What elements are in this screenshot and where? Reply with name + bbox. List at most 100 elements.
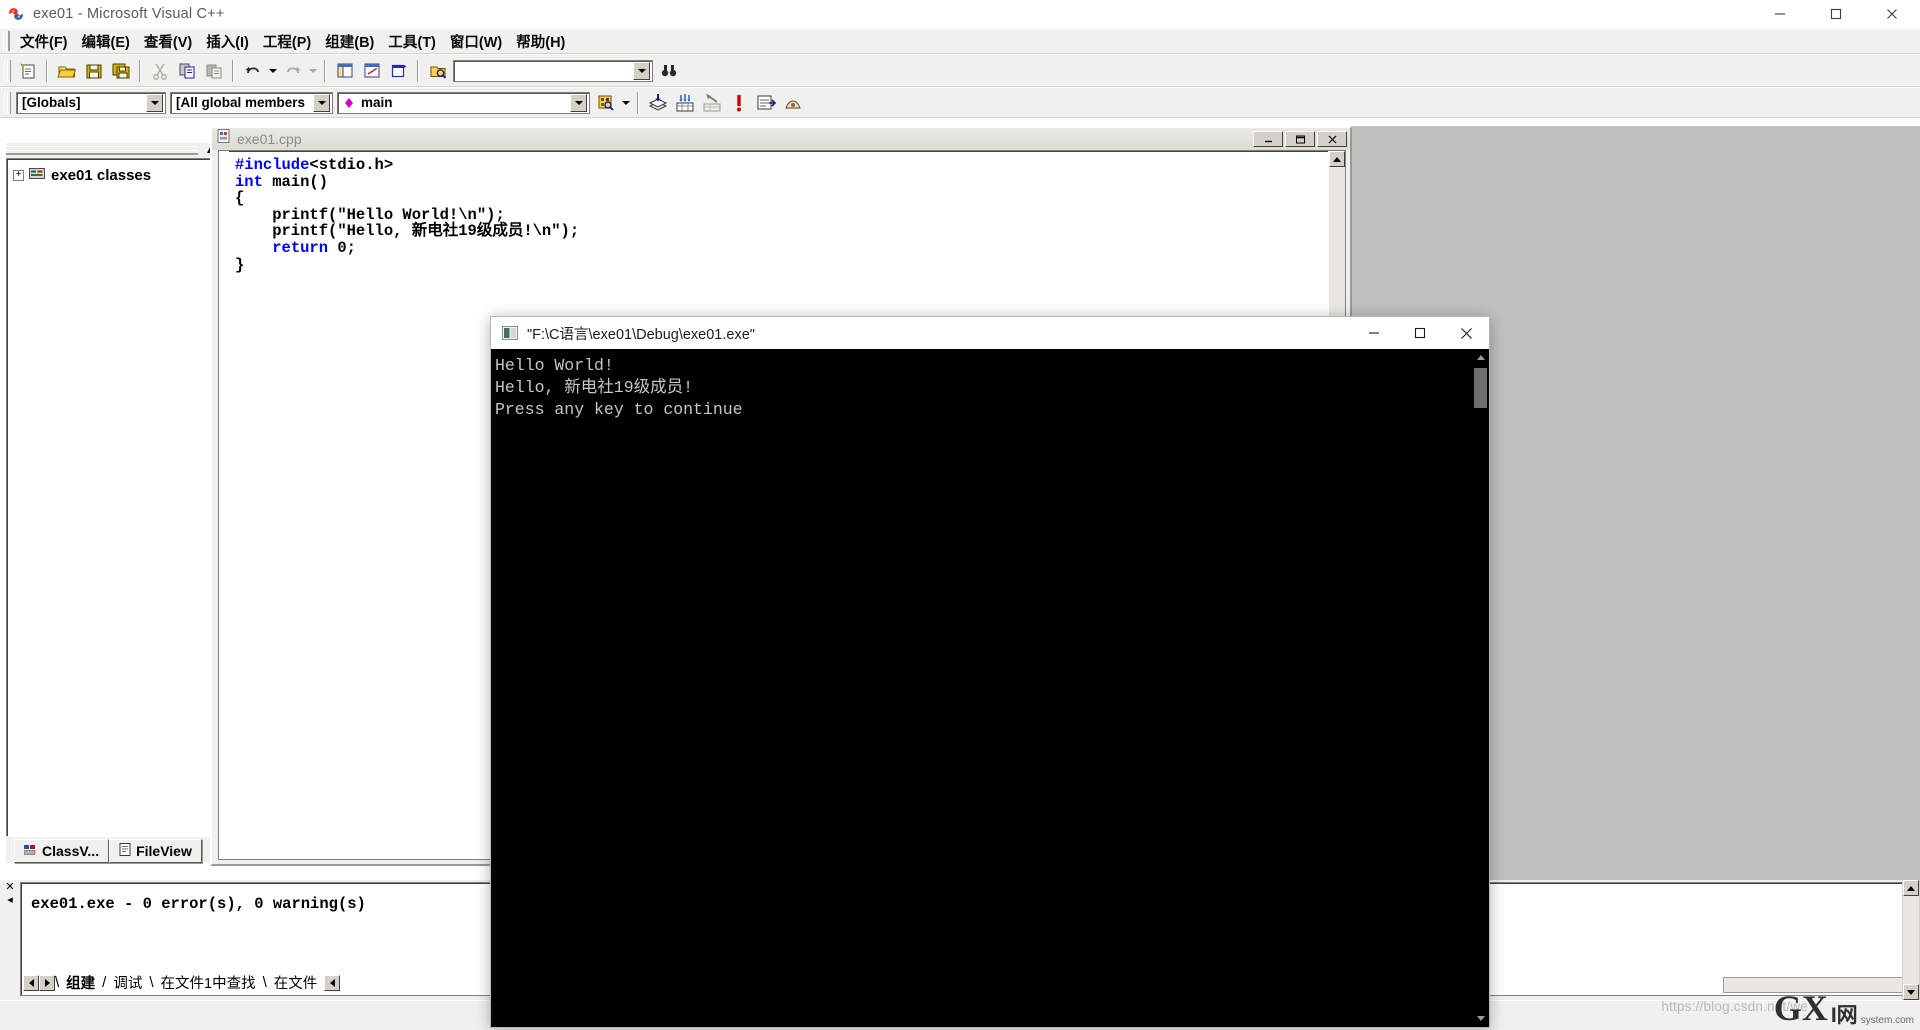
output-window-icon[interactable]: [359, 58, 384, 83]
maximize-icon[interactable]: [1808, 0, 1864, 28]
left-arrow-icon[interactable]: [23, 975, 39, 991]
standard-toolbar-grip[interactable]: [3, 60, 11, 82]
menu-item-view[interactable]: 查看(V): [137, 29, 199, 54]
stop-build-icon[interactable]: [699, 90, 724, 115]
close-icon[interactable]: ✕: [5, 882, 14, 893]
tree-expander-plus-icon[interactable]: +: [13, 170, 24, 181]
toolbar-separator: [637, 92, 639, 114]
console-title: "F:\C语言\exe01\Debug\exe01.exe": [527, 323, 755, 344]
menu-item-build[interactable]: 组建(B): [318, 29, 381, 54]
console-body[interactable]: Hello World! Hello, 新电社19级成员! Press any …: [491, 349, 1489, 1027]
members-combo[interactable]: [All global members: [170, 92, 333, 114]
brand-watermark-sub: system.com: [1861, 1015, 1914, 1026]
console-title-bar: "F:\C语言\exe01\Debug\exe01.exe": [491, 317, 1489, 349]
console-icon: [502, 326, 518, 340]
open-folder-icon[interactable]: [54, 58, 79, 83]
minimize-icon[interactable]: [1752, 0, 1808, 28]
tab-build[interactable]: 组建: [59, 972, 102, 993]
window-list-icon[interactable]: [386, 58, 411, 83]
tab-find-in-files-1[interactable]: 在文件1中查找: [154, 972, 263, 993]
paste-icon[interactable]: [201, 58, 226, 83]
code-keyword: int: [235, 173, 263, 191]
close-icon[interactable]: [1317, 131, 1347, 147]
output-right-scrollbar[interactable]: [1902, 880, 1920, 1000]
wizardbar-toolbar-grip[interactable]: [3, 92, 11, 114]
undo-dropdown-chevron-down-icon[interactable]: [266, 58, 279, 83]
classes-folder-icon: [29, 166, 46, 185]
editor-gutter[interactable]: [219, 151, 229, 859]
wizardbar-toolbar: [Globals] [All global members main: [0, 87, 1920, 118]
code-line: return 0;: [235, 240, 1328, 257]
menu-item-edit[interactable]: 编辑(E): [75, 29, 137, 54]
insert-breakpoint-icon[interactable]: [780, 90, 805, 115]
tab-fileview[interactable]: FileView: [109, 839, 202, 863]
workspace-icon[interactable]: [332, 58, 357, 83]
save-all-icon[interactable]: [108, 58, 133, 83]
scroll-down-arrow-icon[interactable]: [1472, 1010, 1489, 1027]
function-combo-chevron-down-icon[interactable]: [570, 94, 587, 112]
find-in-files-icon[interactable]: [425, 58, 450, 83]
minimize-icon[interactable]: [1351, 317, 1397, 349]
redo-icon[interactable]: [280, 58, 305, 83]
class-combo-chevron-down-icon[interactable]: [146, 94, 163, 112]
function-combo[interactable]: main: [337, 92, 590, 114]
undo-icon[interactable]: [240, 58, 265, 83]
code-line: #include<stdio.h>: [235, 157, 1328, 174]
toolbar-separator: [417, 60, 419, 82]
members-combo-chevron-down-icon[interactable]: [313, 94, 330, 112]
cpp-file-icon: [217, 129, 231, 149]
close-icon[interactable]: [1864, 0, 1920, 28]
restore-icon[interactable]: [1285, 131, 1315, 147]
save-icon[interactable]: [81, 58, 106, 83]
copy-icon[interactable]: [174, 58, 199, 83]
scroll-up-arrow-icon[interactable]: [1472, 349, 1489, 366]
find-binoculars-icon[interactable]: [656, 58, 681, 83]
minimize-icon[interactable]: [1253, 131, 1283, 147]
maximize-icon[interactable]: [1397, 317, 1443, 349]
build-icon[interactable]: [672, 90, 697, 115]
compile-icon[interactable]: [645, 90, 670, 115]
wizardbar-chevron-down-icon[interactable]: [619, 90, 632, 115]
tree-item-exe01-classes[interactable]: + exe01 classes: [11, 165, 229, 186]
redo-dropdown-chevron-down-icon[interactable]: [306, 58, 319, 83]
scroll-up-arrow-icon[interactable]: [1329, 151, 1345, 167]
workspace-caption: ▲ ✕: [6, 143, 234, 158]
scroll-up-arrow-icon[interactable]: [1903, 880, 1919, 896]
code-text: 0;: [328, 239, 356, 257]
scroll-track[interactable]: [1472, 408, 1489, 1010]
console-vertical-scrollbar[interactable]: [1472, 349, 1489, 1027]
class-combo[interactable]: [Globals]: [16, 92, 166, 114]
cut-icon[interactable]: [147, 58, 172, 83]
tabstrip-left-arrow-icon[interactable]: [324, 975, 340, 991]
brand-watermark-cn: I网: [1831, 1005, 1858, 1026]
menu-item-insert[interactable]: 插入(I): [199, 29, 256, 54]
right-arrow-icon[interactable]: [39, 975, 55, 991]
find-combo[interactable]: [453, 60, 653, 82]
menu-item-file[interactable]: 文件(F): [13, 29, 75, 54]
find-combo-chevron-down-icon[interactable]: [633, 62, 650, 80]
scroll-track[interactable]: [1903, 896, 1919, 984]
brand-watermark-main: GX: [1774, 990, 1828, 1026]
close-icon[interactable]: [1443, 317, 1489, 349]
workspace-tabs: ClassV... FileView: [6, 837, 234, 863]
code-line: {: [235, 190, 1328, 207]
editor-tab-title: exe01.cpp: [237, 131, 302, 147]
go-debug-icon[interactable]: [753, 90, 778, 115]
new-text-file-icon[interactable]: [15, 58, 40, 83]
tab-classview[interactable]: ClassV...: [14, 839, 109, 863]
class-view-tree[interactable]: + exe01 classes: [6, 158, 234, 837]
menubar-grip[interactable]: [3, 31, 10, 51]
menu-item-help[interactable]: 帮助(H): [509, 29, 572, 54]
menu-item-tools[interactable]: 工具(T): [381, 29, 443, 54]
code-line: }: [235, 257, 1328, 274]
collapse-arrow-icon[interactable]: ◂: [7, 895, 13, 906]
tab-find-in-files-2[interactable]: 在文件: [267, 972, 325, 993]
tab-debug[interactable]: 调试: [106, 972, 149, 993]
editor-title-bar: exe01.cpp: [212, 128, 1350, 150]
menu-item-window[interactable]: 窗口(W): [443, 29, 509, 54]
scroll-thumb[interactable]: [1474, 368, 1487, 408]
menu-item-project[interactable]: 工程(P): [256, 29, 318, 54]
execute-program-icon[interactable]: [726, 90, 751, 115]
brand-watermark: GX I网 system.com: [1774, 990, 1914, 1026]
classwizard-icon[interactable]: [593, 90, 618, 115]
